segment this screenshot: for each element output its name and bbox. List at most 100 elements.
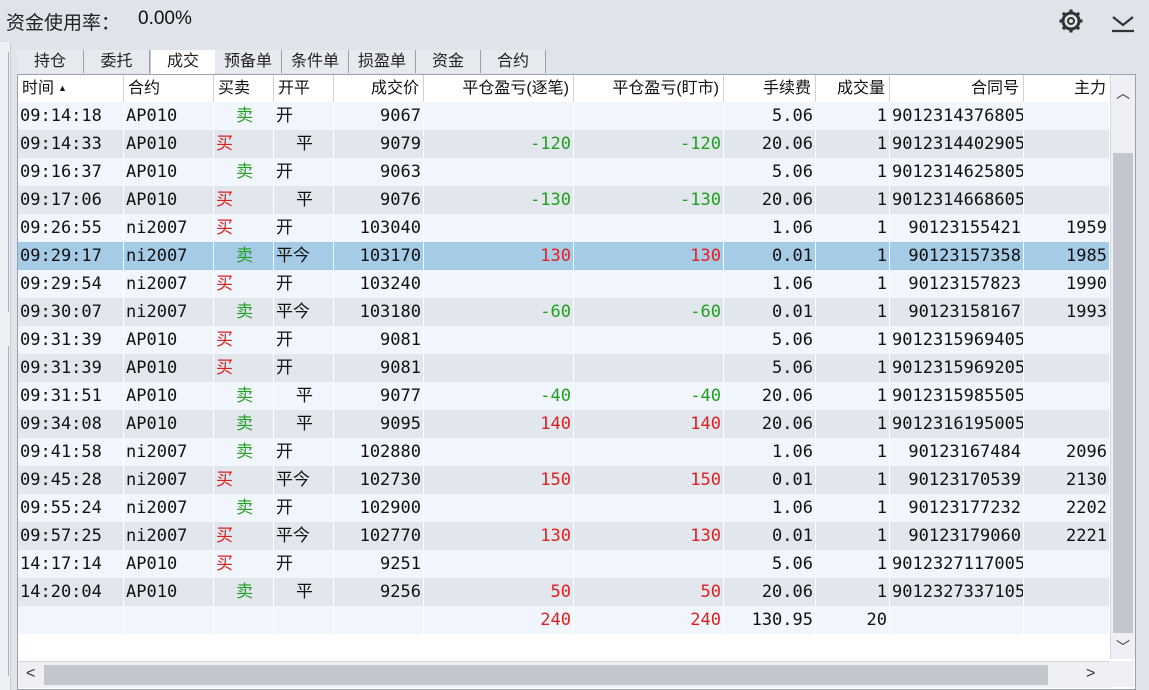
tab-stop-orders[interactable]: 损盈单 (349, 50, 416, 73)
cell-qty: 1 (816, 326, 890, 354)
fund-usage-value: 0.00% (138, 8, 192, 29)
table-row[interactable]: 09:55:24 ni2007 卖开 102900 1.06 1 90123177232 22… (18, 494, 1110, 522)
cell-contract: ni2007 (124, 298, 214, 326)
column-header-pl-mark[interactable]: 平仓盈亏(盯市) (574, 75, 724, 102)
cell-contract-no: 901231440290511016341 (890, 130, 1024, 158)
scroll-right-icon[interactable]: > (1086, 665, 1095, 683)
table-row[interactable]: 14:17:14AP010买开9251 5.0619012327117005110… (18, 550, 1110, 578)
cell-time: 09:29:54 (18, 270, 124, 298)
collapse-icon[interactable] (1110, 9, 1136, 35)
gear-icon[interactable] (1058, 8, 1084, 34)
cell-openclose: 开 (274, 102, 334, 130)
tab-funds[interactable]: 资金 (416, 50, 481, 73)
cell-contract: AP010 (124, 550, 214, 578)
cell-main (1024, 130, 1110, 158)
table-row[interactable]: 09:29:54 ni2007 买开 103240 1.06 1 90123157823 19… (18, 270, 1110, 298)
cell-fee: 5.06 (724, 158, 816, 186)
cell-time: 09:31:51 (18, 382, 124, 410)
cell-price: 102770 (334, 522, 424, 550)
column-header-time[interactable]: 时间 ▲ (18, 75, 124, 102)
cell-fee: 5.06 (724, 550, 816, 578)
cell-price: 9067 (334, 102, 424, 130)
cell-openclose: 开 (274, 494, 334, 522)
cell-price: 9076 (334, 186, 424, 214)
cell-qty: 1 (816, 214, 890, 242)
table-row[interactable]: 09:31:39AP010买开9081 5.0619012315969205110… (18, 354, 1110, 382)
table-row[interactable]: 09:34:08 AP010 卖平 9095 140 140 20.06 1 901231619… (18, 410, 1110, 438)
column-header-openclose[interactable]: 开平 (274, 75, 334, 102)
column-header-side[interactable]: 买卖 (214, 75, 274, 102)
cell-price: 9081 (334, 354, 424, 382)
table-row[interactable]: 09:41:58 ni2007 卖开 102880 1.06 1 90123167484 20… (18, 438, 1110, 466)
column-header-contract[interactable]: 合约 (124, 75, 214, 102)
cell-price: 9081 (334, 326, 424, 354)
cell-time: 09:31:39 (18, 354, 124, 382)
cell-contract-no: 90123158167 (890, 298, 1024, 326)
cell-pl-mark (574, 494, 724, 522)
cell-time (18, 606, 124, 634)
cell-main (1024, 158, 1110, 186)
tab-positions[interactable]: 持仓 (17, 50, 84, 73)
column-header-fee[interactable]: 手续费 (724, 75, 816, 102)
cell-qty: 1 (816, 186, 890, 214)
table-row[interactable]: 09:17:06 AP010 买平 9076 -130 -130 20.06 1 9012314… (18, 186, 1110, 214)
cell-main (1024, 606, 1110, 634)
column-header-qty[interactable]: 成交量 (816, 75, 890, 102)
cell-contract-no: 90123167484 (890, 438, 1024, 466)
table-row[interactable]: 14:20:04 AP010 卖平 9256 50 50 20.06 1 90123273371… (18, 578, 1110, 606)
table-row[interactable]: 09:26:55 ni2007 买开 103040 1.06 1 90123155421 19… (18, 214, 1110, 242)
sort-ascending-icon: ▲ (58, 83, 67, 93)
table-row[interactable]: 09:29:17 ni2007 卖平今 103170 130 130 0.01 1 901231… (18, 242, 1110, 270)
cell-time: 09:29:17 (18, 242, 124, 270)
tab-orders[interactable]: 委托 (84, 50, 150, 73)
cell-contract: AP010 (124, 382, 214, 410)
table-row[interactable]: 09:16:37AP010卖开9063 5.0619012314625805110… (18, 158, 1110, 186)
cell-contract: ni2007 (124, 466, 214, 494)
cell-time: 09:14:33 (18, 130, 124, 158)
table-row[interactable]: 09:30:07 ni2007 卖平今 103180 -60 -60 0.01 1 901231… (18, 298, 1110, 326)
column-header-main[interactable]: 主力 (1024, 75, 1110, 102)
cell-qty: 1 (816, 578, 890, 606)
cell-main: 2221 (1024, 522, 1110, 550)
cell-qty: 1 (816, 158, 890, 186)
tab-conditional-orders[interactable]: 条件单 (282, 50, 349, 73)
cell-contract: ni2007 (124, 270, 214, 298)
scroll-left-icon[interactable]: < (26, 665, 35, 683)
cell-fee: 20.06 (724, 130, 816, 158)
scroll-up-icon[interactable]: ︿ (1116, 83, 1130, 103)
table-total-row[interactable]: 240 240 130.95 20 (18, 606, 1110, 634)
cell-qty: 1 (816, 438, 890, 466)
table-row[interactable]: 09:14:18AP010卖开9067 5.0619012314376805110… (18, 102, 1110, 130)
column-header-price[interactable]: 成交价 (334, 75, 424, 102)
vertical-scrollbar[interactable]: ︿ ﹀ (1110, 75, 1135, 659)
cell-pl-trade: -130 (424, 186, 574, 214)
column-header-contract-no[interactable]: 合同号 (890, 75, 1024, 102)
table-row[interactable]: 09:45:28 ni2007 买平今 102730 150 150 0.01 1 901231… (18, 466, 1110, 494)
cell-side: 卖 (214, 410, 274, 438)
cell-pl-trade (424, 102, 574, 130)
cell-price: 102880 (334, 438, 424, 466)
cell-side: 买 (214, 466, 274, 494)
cell-fee: 20.06 (724, 578, 816, 606)
cell-contract: AP010 (124, 130, 214, 158)
column-header-pl-trade[interactable]: 平仓盈亏(逐笔) (424, 75, 574, 102)
trades-grid: 时间 ▲ 合约 买卖 开平 成交价 平仓盈亏(逐笔) 平仓盈亏(盯市) 手续费 成… (17, 74, 1136, 690)
cell-contract-no: 901231596920511018943 (890, 354, 1024, 382)
cell-time: 09:30:07 (18, 298, 124, 326)
tab-trades[interactable]: 成交 (150, 50, 216, 74)
table-row[interactable]: 09:31:51 AP010 卖平 9077 -40 -40 20.06 1 901231598… (18, 382, 1110, 410)
table-row[interactable]: 09:14:33 AP010 买平 9079 -120 -120 20.06 1 9012314… (18, 130, 1110, 158)
table-row[interactable]: 09:57:25 ni2007 买平今 102770 130 130 0.01 1 901231… (18, 522, 1110, 550)
cell-price: 9095 (334, 410, 424, 438)
horizontal-scrollbar[interactable]: < > (18, 661, 1110, 688)
cell-contract: AP010 (124, 326, 214, 354)
scroll-down-icon[interactable]: ﹀ (1116, 637, 1130, 657)
cell-pl-trade (424, 326, 574, 354)
table-row[interactable]: 09:31:39AP010买开9081 5.0619012315969405110… (18, 326, 1110, 354)
vertical-scroll-thumb[interactable] (1113, 153, 1133, 633)
tab-pending-orders[interactable]: 预备单 (215, 50, 282, 73)
horizontal-scroll-thumb[interactable] (44, 665, 1048, 685)
tab-contracts[interactable]: 合约 (481, 50, 546, 73)
cell-openclose: 平 (274, 578, 334, 606)
cell-pl-mark: -60 (574, 298, 724, 326)
